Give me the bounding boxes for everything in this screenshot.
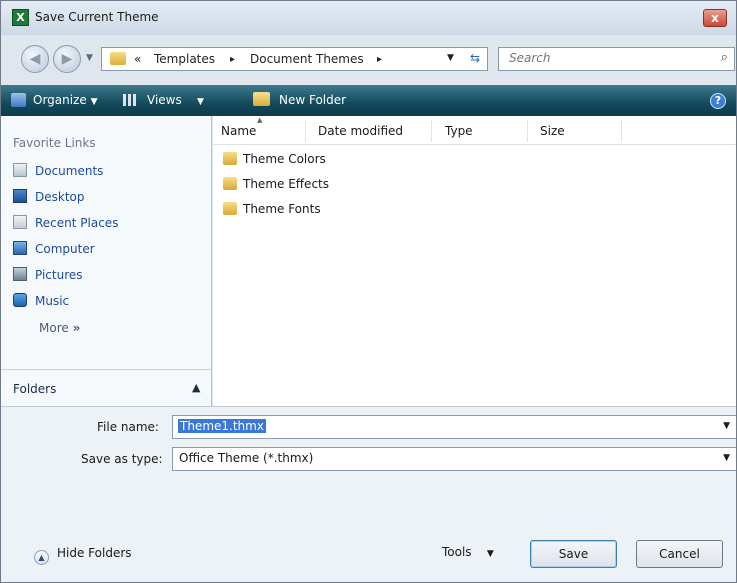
save-theme-dialog: X Save Current Theme x ◀ ▶ ▼ « Templates… [0, 0, 737, 583]
desktop-icon [13, 189, 27, 203]
window-title: Save Current Theme [35, 10, 159, 24]
column-divider[interactable] [621, 120, 622, 142]
favorite-links-heading: Favorite Links [13, 136, 96, 150]
documents-icon [13, 163, 27, 177]
folder-icon [110, 52, 126, 65]
refresh-icon[interactable]: ⇆ [464, 48, 486, 68]
folder-icon [223, 177, 237, 190]
nav-item-recent-places[interactable]: Recent Places [13, 215, 118, 235]
tools-label: Tools [442, 545, 472, 559]
chevron-down-icon[interactable]: ▼ [723, 453, 730, 463]
nav-item-music[interactable]: Music [13, 293, 69, 313]
file-list: Name ▲ Date modified Type Size Theme Col… [213, 116, 736, 406]
nav-item-label: Recent Places [35, 216, 119, 230]
back-arrow-icon[interactable]: ◀ [21, 45, 49, 73]
chevron-up-icon: ▲ [34, 550, 49, 565]
nav-item-pictures[interactable]: Pictures [13, 267, 83, 287]
hide-folders-button[interactable]: ▲ Hide Folders [34, 546, 132, 565]
organize-button[interactable]: Organize ▼ [33, 93, 98, 107]
navigation-pane: Favorite Links Documents Desktop Recent … [1, 116, 212, 406]
column-header-type[interactable]: Type [445, 124, 473, 138]
tools-menu-button[interactable]: Tools ▼ [442, 545, 494, 559]
search-icon[interactable]: ⌕ [721, 50, 728, 65]
more-label: More [39, 321, 69, 335]
breadcrumb-document-themes[interactable]: Document Themes [250, 52, 364, 66]
chevron-down-icon: ▼ [486, 549, 494, 559]
recent-places-icon [13, 215, 27, 229]
title-bar: X Save Current Theme x [1, 1, 736, 35]
views-icon [123, 94, 137, 106]
nav-item-label: Computer [35, 242, 95, 256]
close-button[interactable]: x [703, 9, 727, 27]
breadcrumb-overflow[interactable]: « [134, 52, 141, 66]
nav-item-desktop[interactable]: Desktop [13, 189, 85, 209]
toolbar: Organize ▼ Views ▼ New Folder ? [1, 85, 736, 116]
nav-item-label: Desktop [35, 190, 85, 204]
column-header-size[interactable]: Size [540, 124, 565, 138]
hide-folders-label: Hide Folders [57, 546, 132, 560]
cancel-button[interactable]: Cancel [636, 540, 723, 568]
folder-icon [223, 202, 237, 215]
address-dropdown-icon[interactable]: ▼ [447, 53, 454, 63]
address-bar[interactable]: « Templates ▸ Document Themes ▸ [101, 47, 488, 71]
organize-icon [11, 93, 26, 107]
breadcrumb-templates[interactable]: Templates [154, 52, 215, 66]
search-box[interactable]: ⌕ [498, 47, 735, 71]
column-divider[interactable] [431, 120, 432, 142]
list-item[interactable]: Theme Colors [223, 152, 326, 172]
computer-icon [13, 241, 27, 255]
nav-item-label: Music [35, 294, 70, 308]
chevron-down-icon: ▼ [90, 97, 98, 107]
nav-item-computer[interactable]: Computer [13, 241, 95, 261]
organize-label: Organize [33, 93, 87, 107]
double-chevron-icon: » [72, 321, 81, 335]
file-name: Theme Fonts [243, 202, 321, 216]
nav-item-label: Documents [35, 164, 104, 178]
file-name: Theme Effects [243, 177, 329, 191]
views-button[interactable]: Views ▼ [147, 93, 204, 107]
file-name-input[interactable]: Theme1.thmx [178, 419, 266, 433]
column-divider[interactable] [527, 120, 528, 142]
nav-item-documents[interactable]: Documents [13, 163, 103, 183]
column-divider[interactable] [305, 120, 306, 142]
column-header-date-modified[interactable]: Date modified [318, 124, 403, 138]
sort-ascending-icon: ▲ [257, 116, 263, 124]
folders-label: Folders [13, 382, 57, 396]
column-header-row: Name ▲ Date modified Type Size [213, 116, 736, 145]
file-name-field[interactable]: Theme1.thmx ▼ [172, 415, 736, 439]
save-button[interactable]: Save [530, 540, 617, 568]
forward-arrow-icon[interactable]: ▶ [53, 45, 81, 73]
save-as-type-select[interactable]: Office Theme (*.thmx) ▼ [172, 447, 736, 471]
chevron-up-icon[interactable]: ▲ [192, 381, 200, 394]
pictures-icon [13, 267, 27, 281]
nav-item-label: Pictures [35, 268, 83, 282]
file-name-label: File name: [97, 420, 159, 434]
more-links-button[interactable]: More » [39, 321, 80, 335]
help-icon[interactable]: ? [710, 93, 726, 109]
chevron-down-icon[interactable]: ▼ [723, 421, 730, 431]
breadcrumb-separator[interactable]: ▸ [230, 54, 235, 65]
music-icon [13, 293, 27, 307]
new-folder-icon [253, 92, 270, 106]
excel-icon: X [12, 9, 29, 26]
breadcrumb-separator[interactable]: ▸ [377, 54, 382, 65]
list-item[interactable]: Theme Effects [223, 177, 329, 197]
folders-toggle-bar[interactable]: Folders ▲ [1, 369, 211, 406]
save-as-type-label: Save as type: [81, 452, 163, 466]
folder-icon [223, 152, 237, 165]
save-as-type-value: Office Theme (*.thmx) [179, 451, 314, 465]
views-label: Views [147, 93, 182, 107]
list-item[interactable]: Theme Fonts [223, 202, 321, 222]
new-folder-button[interactable]: New Folder [279, 93, 346, 107]
column-header-name[interactable]: Name [221, 124, 256, 138]
search-input[interactable] [509, 51, 699, 65]
chevron-down-icon: ▼ [197, 97, 204, 107]
recent-pages-dropdown-icon[interactable]: ▼ [86, 53, 93, 63]
file-name: Theme Colors [243, 152, 326, 166]
